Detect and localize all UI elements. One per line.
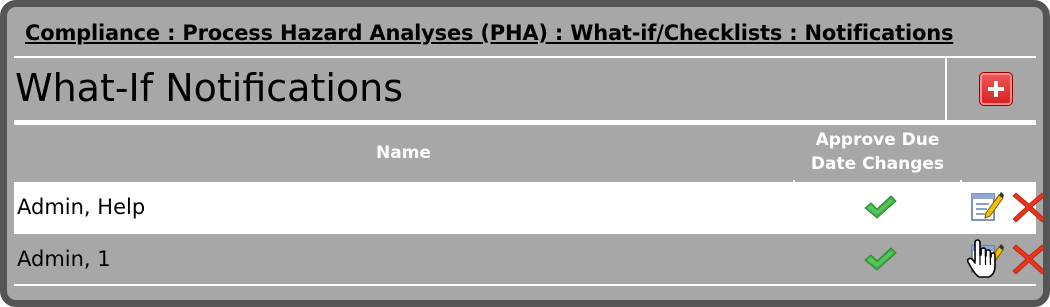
table-row: Admin, 1 xyxy=(14,234,1043,284)
check-icon xyxy=(864,195,897,219)
column-header-name[interactable]: Name xyxy=(14,141,793,165)
hand-pointer-cursor-icon xyxy=(966,239,996,278)
edit-icon[interactable] xyxy=(970,189,1004,223)
notifications-panel: Compliance : Process Hazard Analyses (PH… xyxy=(0,0,1050,307)
column-header-approve-due-date-changes[interactable]: Approve Due Date Changes xyxy=(795,128,960,176)
row-name: Admin, Help xyxy=(17,195,146,219)
table-bottom-border xyxy=(14,284,1036,286)
page-title: What-If Notifications xyxy=(15,66,404,110)
add-notification-button[interactable] xyxy=(979,72,1013,106)
table-header-row: Name Approve Due Date Changes xyxy=(14,125,1036,180)
table-row: Admin, Help xyxy=(14,182,1043,232)
delete-icon[interactable] xyxy=(1012,190,1046,224)
breadcrumb-bar: Compliance : Process Hazard Analyses (PH… xyxy=(14,14,1036,58)
breadcrumb[interactable]: Compliance : Process Hazard Analyses (PH… xyxy=(25,21,953,45)
check-icon xyxy=(864,247,897,271)
title-divider xyxy=(945,58,947,120)
delete-icon[interactable] xyxy=(1012,242,1046,276)
title-row: What-If Notifications xyxy=(14,58,1036,120)
row-name: Admin, 1 xyxy=(17,247,111,271)
